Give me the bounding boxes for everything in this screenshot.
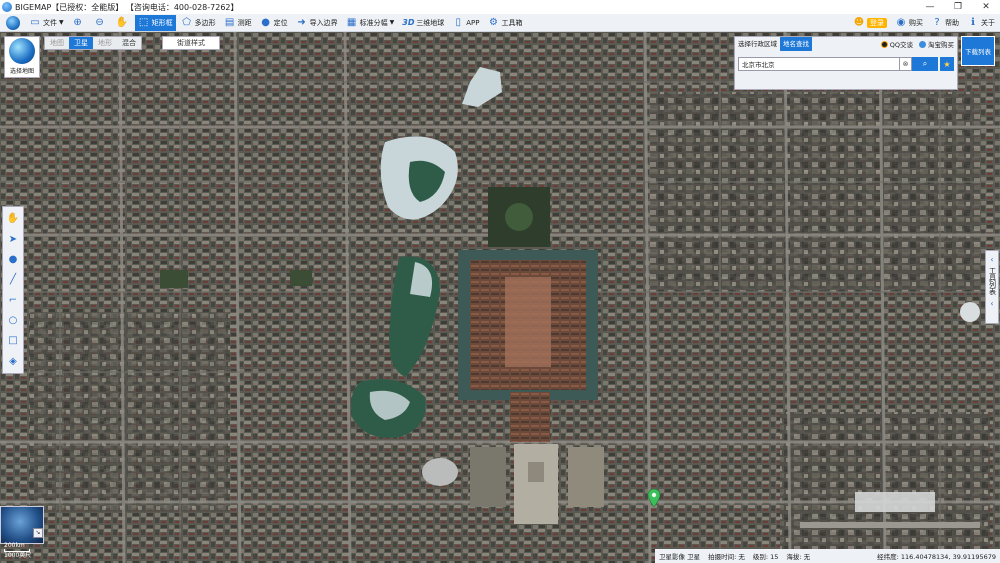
file-menu-button[interactable]: ▭ 文件 ▼ — [26, 15, 67, 31]
search-panel: 选择行政区域 地名查找 QQ交谈 淘宝购买 ⊗ ⌕ ★ — [734, 36, 958, 90]
user-icon: ☻ — [853, 16, 865, 28]
help-button[interactable]: ? 帮助 — [928, 15, 962, 31]
about-button[interactable]: ℹ 关于 — [964, 15, 998, 31]
tab-terrain[interactable]: 地形 — [93, 37, 117, 49]
app-window: { "window": { "title": "BIGEMAP【已授权：全能版】… — [0, 0, 1000, 563]
tab-place-search[interactable]: 地名查找 — [780, 37, 812, 51]
tab-hybrid[interactable]: 混合 — [117, 37, 141, 49]
chevron-left-icon[interactable]: ‹ — [990, 299, 993, 308]
3d-icon: 3D — [402, 17, 415, 27]
tool-list-label: 工具列表 — [988, 267, 997, 295]
search-icon: ⌕ — [922, 59, 928, 68]
buy-button[interactable]: ◉ 购买 — [892, 15, 926, 31]
tab-satellite[interactable]: 卫星 — [69, 37, 93, 49]
polyline-tool-icon[interactable]: ⌐ — [5, 292, 21, 309]
draw-toolbar: ✋ ➤ ● ╱ ⌐ ○ □ ◈ — [2, 206, 24, 374]
scale-bar: 200km 1000英尺 — [4, 542, 31, 559]
location-pin-icon: ● — [261, 16, 270, 28]
star-icon: ★ — [943, 59, 951, 69]
hand-tool-icon[interactable]: ✋ — [5, 210, 21, 227]
search-button[interactable]: ⌕ — [912, 57, 938, 71]
close-button[interactable]: ✕ — [972, 0, 1000, 14]
status-shoot-time: 拍摄时间: 无 — [708, 553, 745, 561]
zoom-out-button[interactable]: ⊖ — [91, 15, 111, 31]
tab-select-region[interactable]: 选择行政区域 — [735, 37, 780, 51]
map-type-label: 选择地图 — [9, 68, 34, 75]
rect-select-button[interactable]: ⬚ 矩形框 — [134, 14, 176, 31]
toolbox-button[interactable]: ⚙ 工具箱 — [484, 15, 525, 31]
zoom-out-icon: ⊖ — [95, 16, 104, 28]
satellite-imagery — [0, 32, 1000, 563]
app-button[interactable]: ▯ APP — [449, 15, 482, 31]
scale-bottom-label: 1000英尺 — [4, 552, 32, 559]
phone-icon: ▯ — [455, 16, 461, 28]
window-title: BIGEMAP【已授权：全能版】 【咨询电话：400-028-7262】 — [15, 2, 239, 12]
hand-icon: ✋ — [115, 16, 129, 28]
zoom-in-icon: ⊕ — [73, 16, 82, 28]
import-boundary-button[interactable]: ➜ 导入边界 — [293, 15, 341, 31]
line-tool-icon[interactable]: ╱ — [5, 271, 21, 288]
status-layer: 卫星影像 卫星 — [659, 553, 701, 561]
marker-tool-icon[interactable]: ● — [5, 251, 21, 268]
login-button[interactable]: ☻ 登录 — [850, 15, 890, 31]
circle-tool-icon[interactable]: ○ — [5, 312, 21, 329]
eraser-tool-icon[interactable]: ◈ — [5, 353, 21, 370]
qq-icon — [880, 40, 888, 48]
street-style-button[interactable]: 街道样式 — [162, 36, 220, 50]
qq-chat-button[interactable]: QQ交谈 — [878, 39, 916, 49]
grid-icon: ▦ — [346, 16, 357, 28]
tool-list-panel[interactable]: ‹ 工具列表 ‹ — [985, 250, 999, 324]
zoom-in-button[interactable]: ⊕ — [69, 15, 89, 31]
map-type-selector[interactable]: 选择地图 — [4, 36, 40, 78]
map-type-tabs: 地图 卫星 地形 混合 — [44, 36, 142, 50]
pointer-tool-icon[interactable]: ➤ — [5, 230, 21, 247]
help-icon: ? — [934, 16, 940, 28]
maximize-button[interactable]: ❐ — [944, 0, 972, 14]
globe-logo-icon[interactable] — [0, 14, 26, 32]
title-bar: BIGEMAP【已授权：全能版】 【咨询电话：400-028-7262】 — ❐… — [0, 0, 1000, 14]
clear-search-button[interactable]: ⊗ — [900, 57, 912, 71]
gear-icon: ⚙ — [489, 16, 498, 28]
locate-button[interactable]: ● 定位 — [257, 15, 291, 31]
rectangle-tool-icon[interactable]: □ — [5, 332, 21, 349]
scale-top-label: 200km — [4, 542, 25, 549]
minimize-button[interactable]: — — [916, 0, 944, 14]
place-search-input[interactable] — [738, 57, 900, 71]
status-altitude: 海拔: 无 — [786, 553, 811, 561]
pan-button[interactable]: ✋ — [113, 15, 133, 31]
polygon-icon: ⬠ — [182, 16, 191, 28]
vip-icon: ◉ — [896, 16, 906, 28]
status-bar: 卫星影像 卫星 拍摄时间: 无 级别: 15 海拔: 无 经纬度: 116.40… — [655, 549, 1000, 563]
measure-button[interactable]: ▤ 测距 — [221, 15, 255, 31]
grid-button[interactable]: ▦ 标准分幅 ▼ — [343, 15, 398, 31]
taobao-buy-button[interactable]: 淘宝购买 — [916, 39, 957, 49]
map-canvas[interactable] — [0, 32, 1000, 563]
location-marker-icon[interactable] — [648, 489, 660, 507]
app-logo-icon — [2, 2, 12, 12]
globe3d-button[interactable]: 3D 三维地球 — [399, 15, 447, 31]
status-level: 级别: 15 — [752, 553, 779, 561]
download-list-button[interactable]: 下载列表 — [961, 36, 995, 66]
taobao-icon — [919, 40, 926, 48]
info-icon: ℹ — [971, 16, 975, 28]
overview-toggle-button[interactable]: ↘ — [33, 528, 43, 538]
overview-map[interactable] — [0, 506, 44, 544]
polygon-button[interactable]: ⬠ 多边形 — [178, 15, 219, 31]
favorite-button[interactable]: ★ — [940, 57, 954, 71]
folder-icon: ▭ — [30, 16, 40, 28]
status-coords: 经纬度: 116.40478134, 39.91195679 — [877, 553, 996, 561]
import-icon: ➜ — [297, 16, 306, 28]
tab-map[interactable]: 地图 — [45, 37, 69, 49]
main-toolbar: ▭ 文件 ▼ ⊕ ⊖ ✋ ⬚ 矩形框 ⬠ 多边形 ▤ 测距 ● 定位 ➜ 导入边界 ▦ 标准分幅… — [0, 14, 1000, 32]
chevron-left-icon[interactable]: ‹ — [990, 255, 993, 264]
globe-icon — [9, 38, 35, 64]
ruler-icon: ▤ — [224, 16, 235, 28]
rectangle-select-icon: ⬚ — [138, 16, 149, 28]
